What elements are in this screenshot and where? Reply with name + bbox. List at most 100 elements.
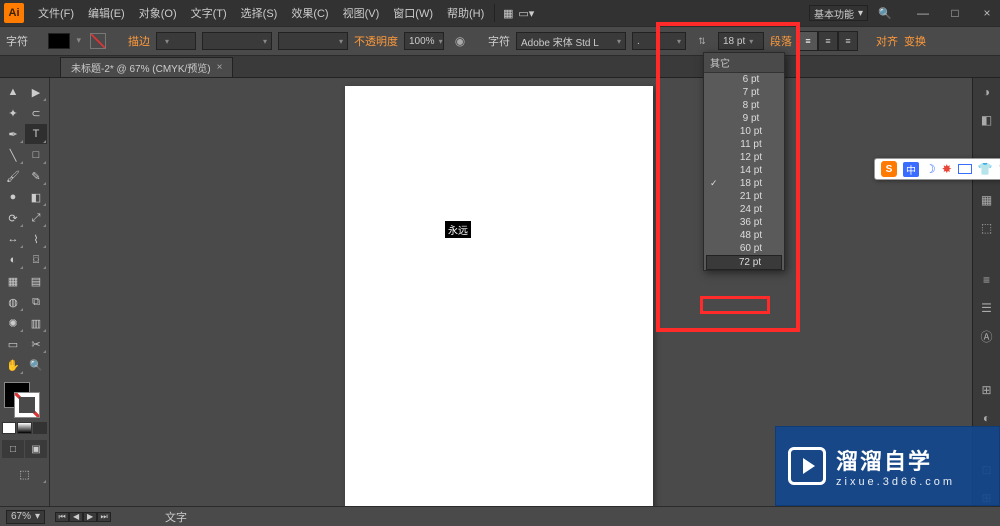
layout-icon[interactable]: ▦ (499, 4, 517, 22)
brush-def-select[interactable]: ▾ (202, 32, 272, 50)
font-size-select[interactable]: 18 pt▾ (718, 32, 764, 50)
scale-tool[interactable]: ⤢ (25, 208, 47, 228)
font-style-select[interactable]: .▾ (632, 32, 686, 50)
workspace-switcher[interactable]: 基本功能 ▾ (809, 5, 868, 21)
minimize-button[interactable]: — (914, 6, 932, 20)
font-size-option[interactable]: 72 pt (706, 255, 782, 270)
transform-link[interactable]: 变换 (904, 33, 926, 49)
graph-tool[interactable]: ▥ (25, 313, 47, 333)
last-artboard-button[interactable]: ⏭ (97, 512, 111, 522)
menu-type[interactable]: 文字(T) (185, 2, 233, 24)
pen-tool[interactable]: ✒ (2, 124, 24, 144)
ime-toolbar[interactable]: S 中 ☽ ✸ 👕 🔧 (874, 158, 1000, 180)
menu-file[interactable]: 文件(F) (32, 2, 80, 24)
fill-swatch[interactable] (48, 33, 70, 49)
gradient-mode[interactable] (17, 422, 31, 434)
font-size-option[interactable]: 10 pt (704, 125, 784, 138)
draw-behind[interactable]: ▣ (25, 440, 47, 458)
direct-selection-tool[interactable]: ▶ (25, 82, 47, 102)
width-tool[interactable]: ↔ (2, 229, 24, 249)
font-size-option[interactable]: 14 pt (704, 164, 784, 177)
type-tool[interactable]: T (25, 124, 47, 144)
ime-skin-icon[interactable]: 👕 (978, 162, 993, 176)
close-tab-icon[interactable]: × (217, 62, 223, 73)
ime-voice-icon[interactable]: ✸ (942, 162, 952, 176)
blob-brush-tool[interactable]: ● (2, 187, 24, 207)
style-select[interactable]: ▾ (278, 32, 348, 50)
gradient-panel-icon[interactable]: ☰ (978, 300, 996, 316)
hand-tool[interactable]: ✋ (2, 355, 24, 375)
selection-tool[interactable]: ▲ (2, 82, 24, 102)
symbols-panel-icon[interactable]: ⬚ (978, 220, 996, 236)
font-size-option[interactable]: 9 pt (704, 112, 784, 125)
eyedropper-tool[interactable]: ◍ (2, 292, 24, 312)
paragraph-link[interactable]: 段落 (770, 33, 792, 49)
appearance-panel-icon[interactable]: ⊞ (978, 382, 996, 398)
artboard-tool[interactable]: ▭ (2, 334, 24, 354)
font-size-option[interactable]: 24 pt (704, 203, 784, 216)
menu-edit[interactable]: 编辑(E) (82, 2, 131, 24)
menu-select[interactable]: 选择(S) (235, 2, 284, 24)
draw-normal[interactable]: □ (2, 440, 24, 458)
blend-tool[interactable]: ⧉ (25, 292, 47, 312)
char-panel-label[interactable]: 字符 (6, 33, 28, 49)
search-icon[interactable]: 🔍 (876, 4, 894, 22)
transparency-panel-icon[interactable]: Ⓐ (978, 328, 996, 345)
opacity-select[interactable]: 100%▾ (404, 32, 444, 50)
line-tool[interactable]: ╲ (2, 145, 24, 165)
font-size-option[interactable]: 8 pt (704, 99, 784, 112)
menu-window[interactable]: 窗口(W) (387, 2, 439, 24)
next-artboard-button[interactable]: ▶ (83, 512, 97, 522)
stroke-weight-select[interactable]: ▾ (156, 32, 196, 50)
font-size-option[interactable]: 21 pt (704, 190, 784, 203)
solid-mode[interactable] (2, 422, 16, 434)
warp-tool[interactable]: ⌇ (25, 229, 47, 249)
lasso-tool[interactable]: ⊂ (25, 103, 47, 123)
graphic-styles-icon[interactable]: ◐ (978, 410, 996, 426)
opacity-link[interactable]: 不透明度 (354, 33, 398, 49)
align-right-button[interactable]: ≡ (838, 31, 858, 51)
prev-artboard-button[interactable]: ◀ (69, 512, 83, 522)
artboard[interactable]: 永远 (345, 86, 653, 506)
recolor-icon[interactable]: ◉ (450, 31, 470, 51)
ime-keyboard-icon[interactable] (958, 164, 972, 174)
brushes-panel-icon[interactable]: ▦ (978, 192, 996, 208)
ime-lang-badge[interactable]: 中 (903, 162, 919, 177)
tb-stroke-swatch[interactable] (14, 392, 40, 418)
eraser-tool[interactable]: ◧ (25, 187, 47, 207)
font-size-stepper-icon[interactable]: ⇅ (692, 31, 712, 51)
font-size-option[interactable]: 12 pt (704, 151, 784, 164)
fill-stroke-swatches[interactable] (2, 380, 42, 420)
color-panel-icon[interactable]: ◑ (978, 84, 996, 100)
font-size-dropdown[interactable]: 其它 6 pt7 pt8 pt9 pt10 pt11 pt12 pt14 pt1… (703, 52, 785, 271)
font-size-option[interactable]: 18 pt (704, 177, 784, 190)
font-size-option[interactable]: 7 pt (704, 86, 784, 99)
ime-punct-icon[interactable]: ☽ (925, 162, 936, 176)
font-size-option[interactable]: 48 pt (704, 229, 784, 242)
stroke-panel-icon[interactable]: ≡ (978, 273, 996, 289)
zoom-select[interactable]: 67% ▾ (6, 510, 45, 524)
stroke-link[interactable]: 描边 (128, 33, 150, 49)
font-family-select[interactable]: Adobe 宋体 Std L▾ (516, 32, 626, 50)
color-guide-icon[interactable]: ◧ (978, 112, 996, 128)
maximize-button[interactable]: □ (946, 6, 964, 20)
font-size-option[interactable]: 6 pt (704, 73, 784, 86)
pencil-tool[interactable]: ✎ (25, 166, 47, 186)
close-button[interactable]: × (978, 6, 996, 20)
gradient-tool[interactable]: ▤ (25, 271, 47, 291)
symbol-sprayer-tool[interactable]: ✺ (2, 313, 24, 333)
font-size-option[interactable]: 60 pt (704, 242, 784, 255)
magic-wand-tool[interactable]: ✦ (2, 103, 24, 123)
screen-mode[interactable]: ⬚ (2, 464, 47, 484)
align-left-button[interactable]: ≡ (798, 31, 818, 51)
rectangle-tool[interactable]: □ (25, 145, 47, 165)
stroke-none-swatch[interactable] (90, 33, 106, 49)
font-size-option[interactable]: 36 pt (704, 216, 784, 229)
shape-builder-tool[interactable]: ◐ (2, 250, 24, 270)
align-link[interactable]: 对齐 (876, 33, 898, 49)
slice-tool[interactable]: ✂ (25, 334, 47, 354)
menu-object[interactable]: 对象(O) (133, 2, 183, 24)
menu-effect[interactable]: 效果(C) (285, 2, 334, 24)
selected-text-object[interactable]: 永远 (445, 221, 471, 238)
menu-help[interactable]: 帮助(H) (441, 2, 490, 24)
